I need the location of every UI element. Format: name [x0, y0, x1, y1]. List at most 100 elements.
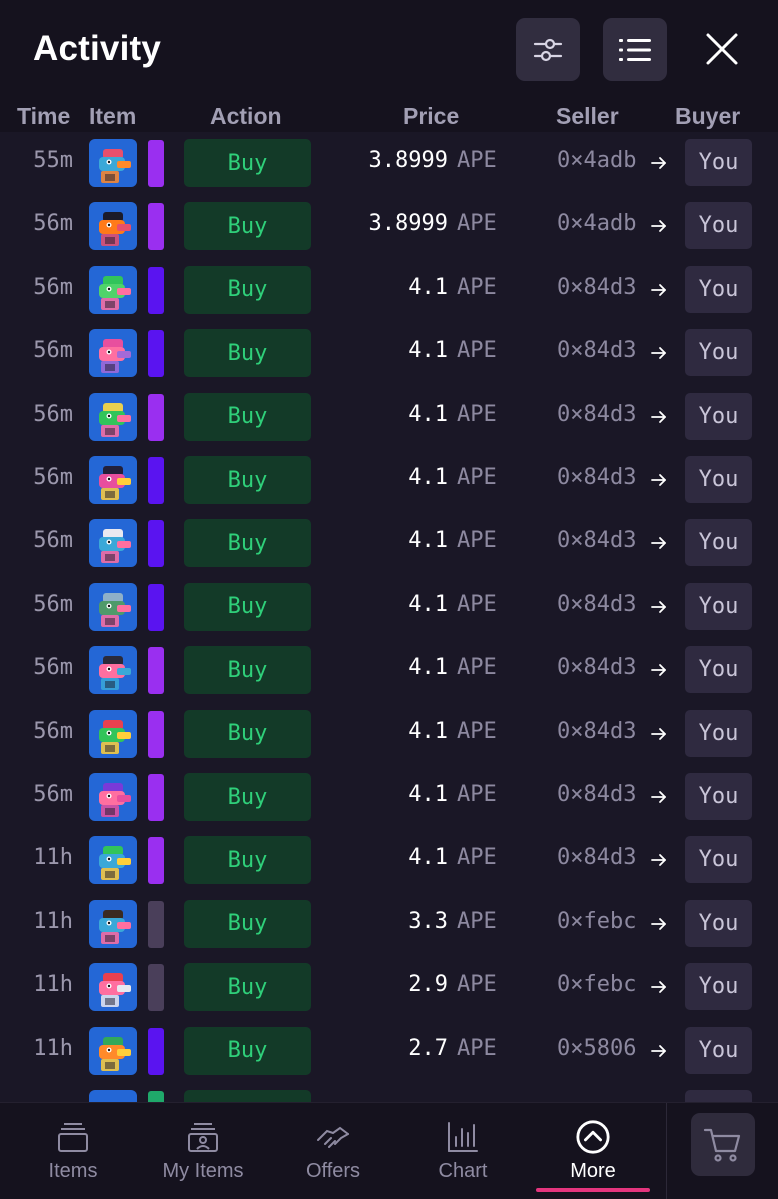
list-view-button[interactable] [603, 18, 667, 81]
rarity-bar [148, 520, 164, 568]
buyer-badge[interactable]: You [685, 202, 752, 250]
buyer-badge[interactable]: You [685, 139, 752, 186]
table-row[interactable]: 11h Buy 3.3 APE 0×febc You [0, 893, 778, 956]
buyer-badge[interactable]: You [685, 836, 752, 884]
close-button[interactable] [700, 27, 744, 71]
arrow-right-icon [651, 727, 666, 740]
tab-offers[interactable]: Offers [268, 1103, 398, 1199]
seller-address[interactable]: 0×84d3 [557, 592, 636, 617]
row-time: 55m [33, 148, 73, 173]
buyer-badge[interactable]: You [685, 329, 752, 377]
seller-address[interactable]: 0×84d3 [557, 275, 636, 300]
tab-items[interactable]: Items [8, 1103, 138, 1199]
seller-address[interactable]: 0×84d3 [557, 465, 636, 490]
activity-list[interactable]: 55m Buy 3.8999 APE 0×4adb You 56m Buy 3.8999 APE 0… [0, 132, 778, 1102]
seller-address[interactable]: 0×84d3 [557, 845, 636, 870]
price-value: 4.1 [408, 528, 448, 554]
seller-address[interactable]: 0×4adb [557, 148, 636, 173]
tab-more[interactable]: More [528, 1103, 658, 1199]
seller-address[interactable]: 0×84d3 [557, 719, 636, 744]
price-value: 4.1 [408, 401, 448, 427]
table-row[interactable]: 56m Buy 4.1 APE 0×84d3 You [0, 386, 778, 449]
item-thumbnail[interactable] [89, 265, 137, 314]
seller-address[interactable]: 0×84d3 [557, 338, 636, 363]
cart-button[interactable] [691, 1113, 755, 1176]
price-currency: APE [457, 655, 497, 681]
table-row[interactable]: 11h Buy 2.9 APE 0×febc You [0, 956, 778, 1019]
item-thumbnail[interactable] [89, 899, 137, 948]
table-row[interactable]: 56m Buy 4.1 APE 0×84d3 You [0, 449, 778, 512]
price-currency: APE [457, 845, 497, 871]
column-item: Item [89, 103, 137, 129]
table-row[interactable]: 55m Buy 3.8999 APE 0×4adb You [0, 132, 778, 195]
buy-action-badge: Buy [184, 836, 311, 885]
stack-icon [55, 1119, 91, 1155]
table-row[interactable]: 56m Buy 4.1 APE 0×84d3 You [0, 259, 778, 322]
filter-button[interactable] [516, 18, 580, 81]
rarity-bar [148, 710, 164, 758]
item-thumbnail[interactable] [89, 329, 137, 378]
tab-chart[interactable]: Chart [398, 1103, 528, 1199]
price-currency: APE [457, 972, 497, 998]
table-row[interactable] [0, 1083, 778, 1102]
item-thumbnail[interactable] [89, 836, 137, 885]
buyer-badge[interactable]: You [685, 456, 752, 503]
item-thumbnail[interactable] [89, 582, 137, 631]
table-row[interactable]: 11h Buy 2.7 APE 0×5806 You [0, 1020, 778, 1083]
seller-address[interactable]: 0×84d3 [557, 402, 636, 427]
seller-address[interactable]: 0×84d3 [557, 782, 636, 807]
buyer-badge[interactable]: You [685, 646, 752, 694]
item-thumbnail[interactable] [89, 963, 137, 1012]
arrow-right-icon [651, 791, 666, 803]
item-thumbnail[interactable] [89, 139, 137, 187]
table-row[interactable]: 56m Buy 3.8999 APE 0×4adb You [0, 195, 778, 258]
arrow-right-icon [651, 854, 666, 867]
table-row[interactable]: 56m Buy 4.1 APE 0×84d3 You [0, 322, 778, 385]
buyer-badge[interactable]: You [685, 899, 752, 947]
seller-address[interactable]: 0×febc [557, 909, 636, 934]
rarity-bar [148, 647, 164, 695]
table-row[interactable]: 56m Buy 4.1 APE 0×84d3 You [0, 639, 778, 702]
item-thumbnail[interactable] [89, 1026, 137, 1075]
buy-action-badge: Buy [184, 519, 311, 568]
buyer-badge[interactable]: You [685, 582, 752, 630]
seller-address[interactable]: 0×5806 [557, 1036, 636, 1061]
table-row[interactable]: 11h Buy 4.1 APE 0×84d3 You [0, 829, 778, 892]
tab-my-items[interactable]: My Items [138, 1103, 268, 1199]
buyer-badge[interactable]: You [685, 773, 752, 820]
seller-address[interactable]: 0×84d3 [557, 528, 636, 553]
row-time: 56m [33, 274, 73, 300]
item-thumbnail[interactable] [89, 773, 137, 821]
seller-address[interactable]: 0×4adb [557, 211, 636, 236]
table-row[interactable]: 56m Buy 4.1 APE 0×84d3 You [0, 512, 778, 575]
row-time: 56m [33, 338, 73, 364]
price-value: 3.8999 [368, 148, 448, 173]
seller-address[interactable]: 0×84d3 [557, 655, 636, 680]
column-time: Time [17, 103, 71, 129]
buyer-badge[interactable] [685, 1090, 752, 1102]
item-thumbnail[interactable] [89, 392, 137, 441]
buyer-badge[interactable]: You [685, 1026, 752, 1074]
table-row[interactable]: 56m Buy 4.1 APE 0×84d3 You [0, 703, 778, 766]
seller-address[interactable]: 0×febc [557, 972, 636, 997]
item-thumbnail[interactable] [89, 646, 137, 695]
buyer-badge[interactable]: You [685, 963, 752, 1011]
item-thumbnail[interactable] [89, 202, 137, 251]
item-thumbnail[interactable] [89, 456, 137, 504]
item-thumbnail[interactable] [89, 709, 137, 758]
price-currency: APE [457, 591, 497, 617]
price-currency: APE [457, 908, 497, 934]
buyer-badge[interactable]: You [685, 265, 752, 313]
table-row[interactable]: 56m Buy 4.1 APE 0×84d3 You [0, 766, 778, 829]
rarity-bar [148, 1091, 164, 1102]
buyer-badge[interactable]: You [685, 519, 752, 567]
buyer-badge[interactable]: You [685, 709, 752, 757]
item-thumbnail[interactable] [89, 519, 137, 568]
buy-action-badge: Buy [184, 265, 311, 314]
buyer-badge[interactable]: You [685, 392, 752, 440]
row-time: 11h [33, 1035, 73, 1061]
price-value: 4.1 [408, 782, 448, 807]
table-row[interactable]: 56m Buy 4.1 APE 0×84d3 You [0, 576, 778, 639]
price-value: 4.1 [408, 465, 448, 490]
item-thumbnail[interactable] [89, 1090, 137, 1102]
